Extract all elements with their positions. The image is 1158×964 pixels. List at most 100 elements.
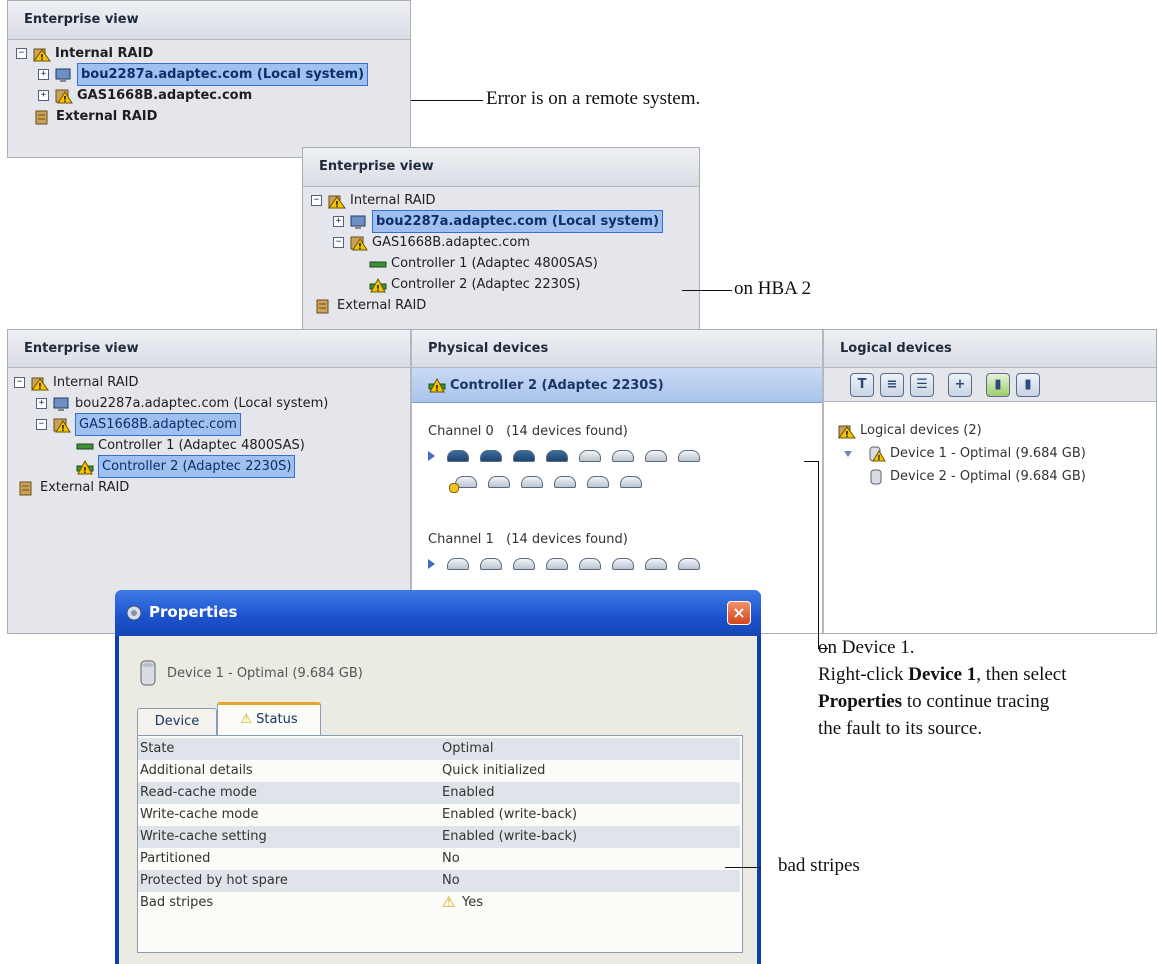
expand-icon[interactable]: + xyxy=(36,398,47,409)
disk-icon[interactable] xyxy=(546,450,568,462)
collapse-icon[interactable]: − xyxy=(36,419,47,430)
list-view-icon[interactable]: ≡ xyxy=(880,372,904,397)
disk-icon[interactable] xyxy=(521,476,543,488)
property-name: Write-cache setting xyxy=(140,829,267,844)
copy-icon[interactable]: ▮ xyxy=(1016,372,1040,397)
tree-label: External RAID xyxy=(337,298,427,313)
disk-icon[interactable] xyxy=(447,558,469,570)
physical-devices-header: Physical devices xyxy=(412,330,822,368)
disk-icon[interactable] xyxy=(546,558,568,570)
svg-text:!: ! xyxy=(877,454,880,462)
tree-node-local-system[interactable]: + bou2287a.adaptec.com (Local system) xyxy=(36,393,328,414)
disk-icon[interactable] xyxy=(645,450,667,462)
svg-text:!: ! xyxy=(40,53,44,62)
svg-text:!: ! xyxy=(38,382,42,391)
create-icon[interactable]: ▮ xyxy=(986,372,1010,397)
disk-icon[interactable] xyxy=(678,558,700,570)
tree-label: Device 1 - Optimal (9.684 GB) xyxy=(890,446,1086,461)
tree-node-controller-2[interactable]: ! Controller 2 (Adaptec 2230S) xyxy=(76,455,296,478)
disk-icon[interactable] xyxy=(645,558,667,570)
svg-text:!: ! xyxy=(83,466,87,475)
disk-icon[interactable] xyxy=(579,450,601,462)
tree-node-local-system[interactable]: + bou2287a.adaptec.com (Local system) xyxy=(333,210,664,233)
disk-icon[interactable] xyxy=(488,476,510,488)
system-warning-icon: ! xyxy=(55,89,73,104)
tree-node-external-raid[interactable]: External RAID xyxy=(315,295,426,316)
tree-label: Controller 1 (Adaptec 4800SAS) xyxy=(98,438,305,453)
tab-device[interactable]: Device xyxy=(137,708,217,735)
tree-label: Logical devices (2) xyxy=(860,423,982,438)
annotation-leader xyxy=(725,867,761,868)
disk-icon[interactable] xyxy=(612,450,634,462)
disk-icon[interactable] xyxy=(678,450,700,462)
disk-icon[interactable] xyxy=(579,558,601,570)
disk-icon[interactable] xyxy=(480,558,502,570)
tree-node-local-system[interactable]: + bou2287a.adaptec.com (Local system) xyxy=(38,63,369,86)
disk-icon[interactable] xyxy=(513,450,535,462)
collapse-icon[interactable]: − xyxy=(16,48,27,59)
logical-device-2[interactable]: Device 2 - Optimal (9.684 GB) xyxy=(868,466,1086,487)
tree-node-internal-raid[interactable]: − ! Internal RAID xyxy=(311,190,435,211)
detail-view-icon[interactable]: ☰ xyxy=(910,372,934,397)
tree-node-remote-system[interactable]: − ! GAS1668B.adaptec.com xyxy=(333,232,530,253)
logical-devices-root[interactable]: ! Logical devices (2) xyxy=(838,420,982,441)
controller-warning-icon: ! xyxy=(428,377,446,393)
svg-text:!: ! xyxy=(845,430,849,439)
collapse-icon[interactable]: − xyxy=(14,377,25,388)
expand-triangle-icon[interactable] xyxy=(844,450,852,457)
dialog-titlebar[interactable]: Properties × xyxy=(115,590,761,636)
property-name: Partitioned xyxy=(140,851,211,866)
tree-node-internal-raid[interactable]: − ! Internal RAID xyxy=(16,43,153,64)
expand-icon[interactable]: + xyxy=(333,216,344,227)
tree-node-remote-system[interactable]: + ! GAS1668B.adaptec.com xyxy=(38,85,252,106)
table-row: Partitioned No xyxy=(138,848,740,870)
tree-node-internal-raid[interactable]: − ! Internal RAID xyxy=(14,372,138,393)
warning-icon: ⚠ xyxy=(442,893,456,911)
expand-icon[interactable]: + xyxy=(38,90,49,101)
tab-status[interactable]: ⚠ Status xyxy=(217,702,321,736)
tree-node-controller-1[interactable]: Controller 1 (Adaptec 4800SAS) xyxy=(76,435,305,456)
controller-warning-icon: ! xyxy=(369,277,387,293)
tree-label: Internal RAID xyxy=(53,375,139,390)
disk-icon[interactable] xyxy=(620,476,642,488)
disk-icon[interactable] xyxy=(587,476,609,488)
svg-text:!: ! xyxy=(61,424,65,433)
disk-icon[interactable] xyxy=(612,558,634,570)
enterprise-view-panel-2: Enterprise view − ! Internal RAID + bou2… xyxy=(302,147,700,335)
expand-icon[interactable]: + xyxy=(38,69,49,80)
disk-icon[interactable] xyxy=(554,476,576,488)
expand-triangle-icon[interactable] xyxy=(428,451,435,461)
channel-1-disks xyxy=(428,558,711,570)
expand-triangle-icon[interactable] xyxy=(428,559,435,569)
table-row: Write-cache mode Enabled (write-back) xyxy=(138,804,740,826)
selected-controller-bar[interactable]: ! Controller 2 (Adaptec 2230S) xyxy=(412,368,822,403)
add-icon[interactable]: + xyxy=(948,372,972,397)
tree-node-controller-2[interactable]: ! Controller 2 (Adaptec 2230S) xyxy=(369,274,580,295)
collapse-icon[interactable]: − xyxy=(311,195,322,206)
tree-node-controller-1[interactable]: Controller 1 (Adaptec 4800SAS) xyxy=(369,253,598,274)
collapse-icon[interactable]: − xyxy=(333,237,344,248)
svg-text:!: ! xyxy=(376,284,380,293)
system-warning-icon: ! xyxy=(350,236,368,251)
tree-label: GAS1668B.adaptec.com xyxy=(77,88,253,103)
tree-label: External RAID xyxy=(40,480,130,495)
tab-label: Status xyxy=(256,712,298,727)
annotation-remote: Error is on a remote system. xyxy=(486,88,701,109)
disk-icon[interactable] xyxy=(480,450,502,462)
dialog-body: Device 1 - Optimal (9.684 GB) Device ⚠ S… xyxy=(119,636,757,964)
logical-device-icon xyxy=(870,469,882,484)
close-button[interactable]: × xyxy=(727,601,751,625)
disk-icon[interactable] xyxy=(513,558,535,570)
tree-node-external-raid[interactable]: External RAID xyxy=(18,477,129,498)
tree-node-external-raid[interactable]: External RAID xyxy=(34,106,157,127)
annotation-text: , then select xyxy=(976,664,1067,685)
logical-device-1[interactable]: ! Device 1 - Optimal (9.684 GB) xyxy=(844,443,1086,464)
close-icon: × xyxy=(732,603,746,622)
text-view-icon[interactable]: T xyxy=(850,372,874,397)
channel-0-disks xyxy=(428,450,711,462)
table-row: Read-cache mode Enabled xyxy=(138,782,740,804)
svg-text:!: ! xyxy=(358,242,362,251)
tree-node-remote-system[interactable]: − ! GAS1668B.adaptec.com xyxy=(36,413,241,436)
disk-icon[interactable] xyxy=(447,450,469,462)
svg-text:!: ! xyxy=(335,200,339,209)
